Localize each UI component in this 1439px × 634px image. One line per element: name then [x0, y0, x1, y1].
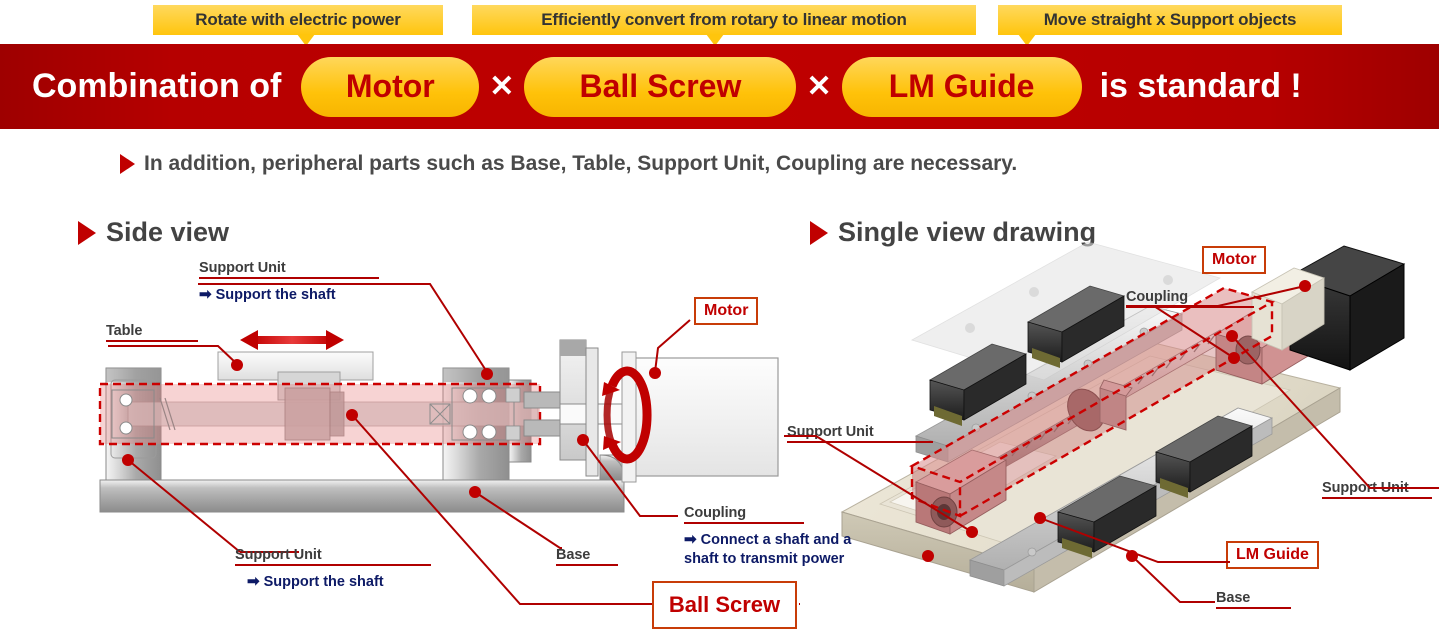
label-motor-box-side: Motor — [694, 297, 759, 325]
pill-lmguide-label: LM Guide — [888, 68, 1035, 104]
callout-lmguide-label: Move straight x Support objects — [1043, 10, 1297, 29]
label-support-unit-bottom-sub: ➡ Support the shaft — [247, 572, 384, 590]
label-support-unit-top-sub-text: Support the shaft — [215, 287, 336, 303]
page-root: Rotate with electric power Efficiently c… — [0, 0, 1439, 634]
label-table: Table — [106, 323, 198, 342]
callout-lmguide: Move straight x Support objects — [998, 5, 1342, 46]
label-support-unit-bottom-sub-text: Support the shaft — [263, 574, 384, 590]
multiply-symbol-2: ✕ — [806, 70, 832, 103]
label-base-side: Base — [556, 547, 618, 566]
arrow-right-icon: ➡ — [199, 286, 212, 303]
leader-lines-single-view — [784, 280, 1439, 603]
arrow-right-icon: ➡ — [247, 573, 260, 590]
label-support-unit-top: Support Unit — [199, 260, 379, 279]
arrow-right-icon: ➡ — [684, 531, 697, 548]
label-support-unit-bottom: Support Unit — [235, 547, 431, 566]
pill-lmguide: LM Guide — [841, 56, 1082, 117]
side-view-drawing — [98, 283, 800, 605]
banner-suffix: is standard ! — [1099, 67, 1302, 105]
double-arrow-icon — [240, 330, 344, 350]
base-plate-shape — [99, 454, 625, 513]
label-support-unit-top-sub: ➡ Support the shaft — [199, 285, 336, 303]
